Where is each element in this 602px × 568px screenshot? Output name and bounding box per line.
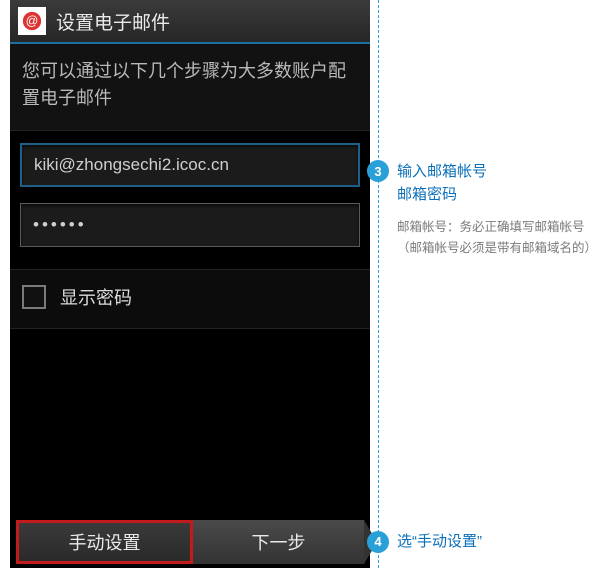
titlebar: @ 设置电子邮件 [10,0,370,44]
page-title: 设置电子邮件 [56,8,170,35]
show-password-checkbox[interactable] [22,285,46,309]
next-label: 下一步 [252,529,306,555]
show-password-row[interactable]: 显示密码 [10,269,370,329]
phone-frame: @ 设置电子邮件 您可以通过以下几个步骤为大多数账户配置电子邮件 显示密码 手动… [10,0,370,568]
bottom-bar: 手动设置 下一步 [10,516,370,568]
annotation-step-3: 3 输入邮箱帐号 邮箱密码 邮箱帐号：务必正确填写邮箱帐号 （邮箱帐号必须是带有… [378,160,597,259]
manual-setup-label: 手动设置 [69,529,141,555]
step-number-4: 4 [367,531,389,553]
manual-setup-button[interactable]: 手动设置 [16,520,193,564]
annotation-step-4: 4 选“手动设置” [378,530,482,553]
annot4-text: 选“手动设置” [397,533,482,550]
annot3-line1: 输入邮箱帐号 [397,160,597,183]
form-area [10,131,370,269]
password-input[interactable] [20,203,360,247]
show-password-label: 显示密码 [60,284,132,310]
email-app-icon: @ [18,7,46,35]
email-input[interactable] [20,143,360,187]
step-number-3: 3 [367,160,389,182]
annot3-line2: 邮箱密码 [397,183,597,206]
svg-text:@: @ [26,14,39,28]
guide-line [378,0,379,568]
annot3-note1: 邮箱帐号：务必正确填写邮箱帐号 [397,217,597,238]
next-button[interactable]: 下一步 [193,520,364,564]
annot3-note2: （邮箱帐号必须是带有邮箱域名的） [397,238,597,259]
instruction-text: 您可以通过以下几个步骤为大多数账户配置电子邮件 [10,44,370,131]
